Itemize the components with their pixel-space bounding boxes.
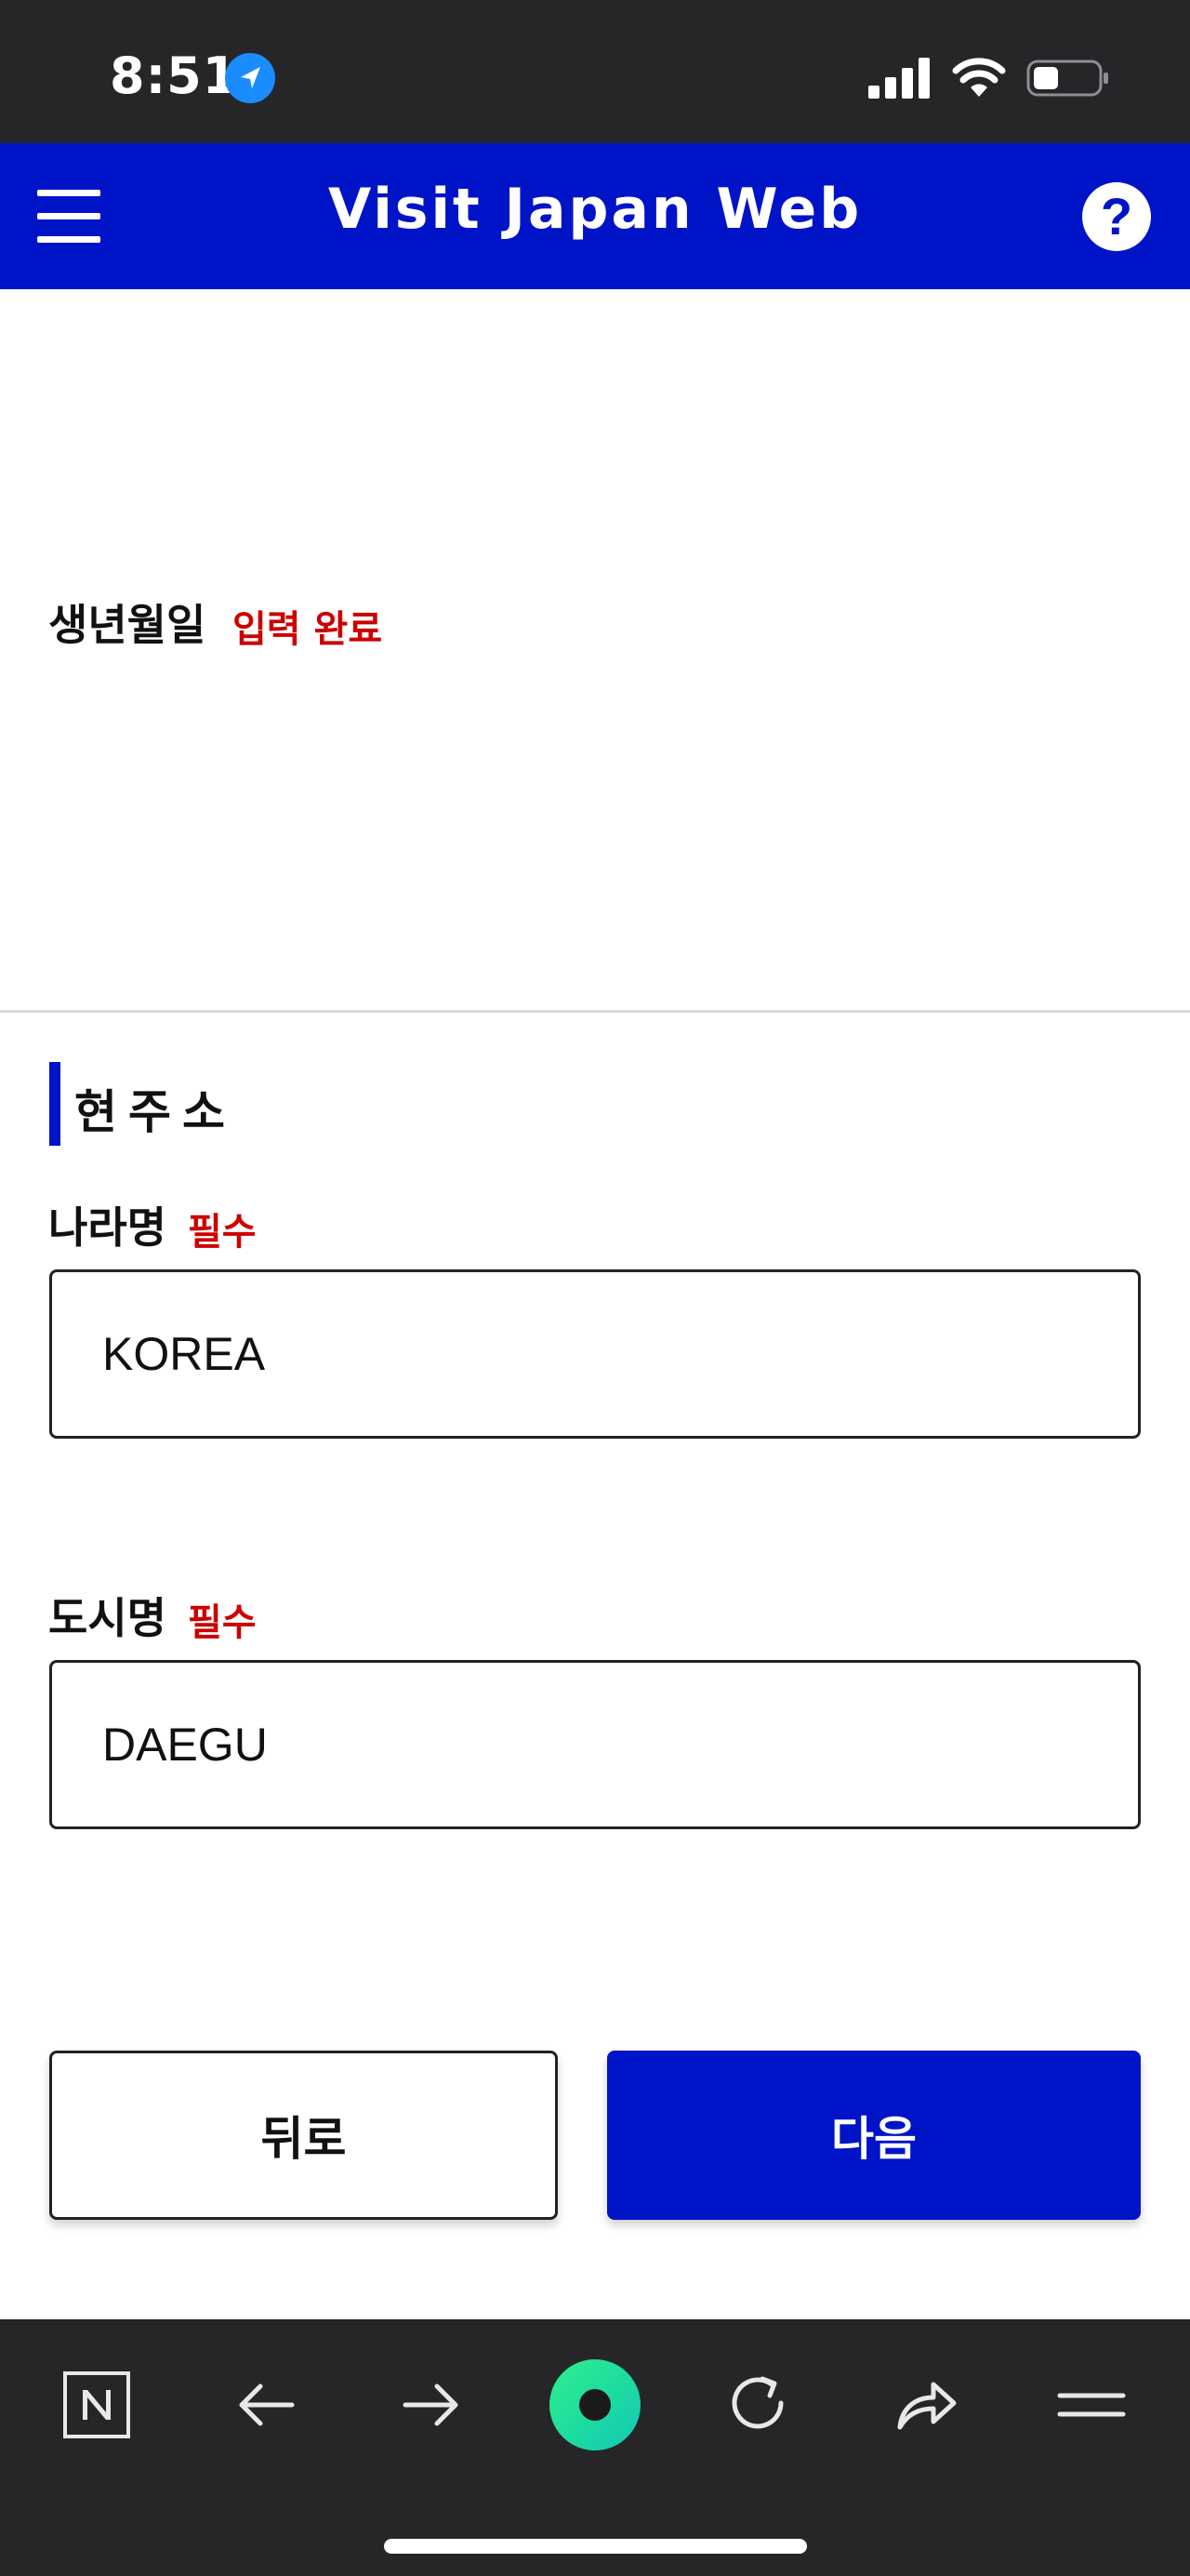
status-bar: 8:51	[0, 0, 1190, 143]
city-input[interactable]	[49, 1660, 1141, 1829]
battery-icon	[1026, 60, 1108, 97]
app-header: Visit Japan Web ?	[0, 143, 1190, 289]
status-time: 8:51	[110, 46, 239, 105]
section-accent-bar	[49, 1062, 60, 1146]
country-required-badge: 필수	[188, 1211, 257, 1254]
wifi-icon	[952, 58, 1006, 97]
browser-toolbar	[0, 2319, 1190, 2576]
location-arrow-icon	[225, 53, 275, 103]
forward-arrow-icon[interactable]	[394, 2368, 469, 2442]
signal-icon	[868, 58, 930, 99]
back-button-label: 뒤로	[260, 2112, 347, 2166]
birth-date-label: 생년월일	[48, 600, 206, 650]
country-input[interactable]	[49, 1269, 1141, 1439]
browser-menu-icon[interactable]	[1054, 2368, 1129, 2442]
section-title: 현주소	[74, 1085, 236, 1139]
share-icon[interactable]	[887, 2368, 961, 2442]
back-button[interactable]: 뒤로	[49, 2051, 558, 2220]
home-indicator[interactable]	[384, 2539, 807, 2554]
help-icon[interactable]: ?	[1082, 182, 1151, 251]
country-label: 나라명	[48, 1202, 166, 1253]
back-arrow-icon[interactable]	[229, 2368, 303, 2442]
page-title: Visit Japan Web	[327, 177, 863, 242]
whale-home-icon[interactable]	[549, 2358, 641, 2451]
reload-icon[interactable]	[721, 2368, 796, 2442]
next-button-label: 다음	[831, 2112, 917, 2166]
city-required-badge: 필수	[188, 1601, 257, 1644]
next-button[interactable]: 다음	[607, 2051, 1141, 2220]
birth-date-status: 입력 완료	[232, 608, 383, 651]
naver-icon[interactable]	[60, 2368, 134, 2442]
city-label: 도시명	[48, 1593, 166, 1643]
section-divider	[0, 1010, 1190, 1013]
